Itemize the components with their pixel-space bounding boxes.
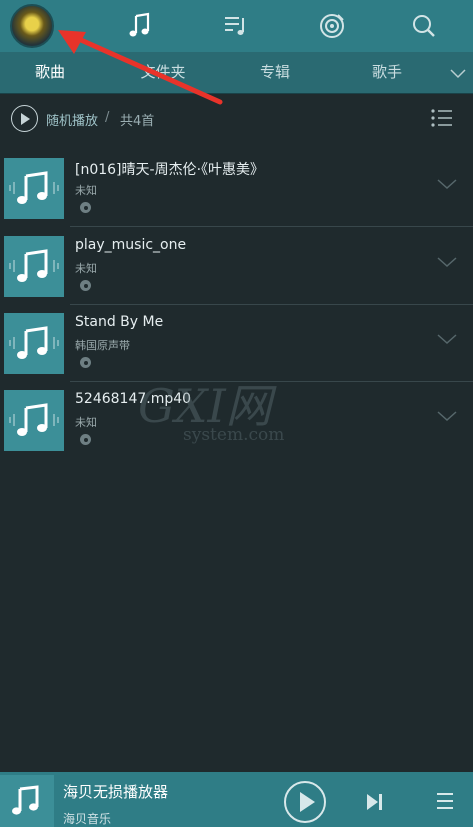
song-artist: 未知	[75, 184, 97, 197]
song-artist: 未知	[75, 416, 97, 429]
song-title: [n016]晴天-周杰伦·《叶惠美》	[75, 162, 265, 178]
music-note-icon	[9, 326, 59, 359]
watermark: GXI网 system.com	[138, 370, 318, 450]
avatar[interactable]	[10, 4, 54, 48]
song-thumbnail	[4, 313, 64, 374]
playlist-menu-icon[interactable]	[435, 790, 455, 812]
tab-artists[interactable]: 歌手	[342, 52, 432, 94]
music-note-icon	[12, 785, 39, 815]
list-item[interactable]: play_music_one 未知	[0, 229, 473, 305]
chevron-down-icon[interactable]	[436, 332, 458, 346]
song-artist: 韩国原声带	[75, 339, 130, 352]
player-subtitle: 海贝音乐	[63, 812, 112, 826]
song-artist: 未知	[75, 262, 97, 275]
song-thumbnail	[4, 390, 64, 451]
list-item[interactable]: [n016]晴天-周杰伦·《叶惠美》 未知	[0, 151, 473, 227]
tab-albums[interactable]: 专辑	[230, 52, 320, 94]
disc-icon	[80, 434, 91, 445]
divider	[70, 226, 473, 227]
song-title: Stand By Me	[75, 314, 164, 330]
list-manage-icon[interactable]	[430, 107, 454, 129]
shuffle-play-icon[interactable]	[11, 105, 38, 132]
music-note-icon	[9, 171, 59, 204]
divider	[70, 304, 473, 305]
play-button[interactable]	[284, 781, 326, 823]
chevron-down-icon[interactable]	[436, 177, 458, 191]
player-title: 海贝无损播放器	[63, 783, 169, 801]
annotation-arrow-icon	[58, 30, 223, 105]
chevron-down-icon[interactable]	[436, 255, 458, 269]
song-thumbnail	[4, 158, 64, 219]
song-thumbnail	[4, 236, 64, 297]
chevron-down-icon[interactable]	[449, 64, 467, 82]
song-title: play_music_one	[75, 237, 187, 253]
disc-icon	[80, 202, 91, 213]
search-icon[interactable]	[406, 8, 442, 44]
player-thumbnail	[0, 775, 54, 827]
chevron-down-icon[interactable]	[436, 409, 458, 423]
music-note-icon	[9, 403, 59, 436]
music-note-icon	[9, 249, 59, 282]
watermark-domain: system.com	[183, 425, 285, 445]
mini-player[interactable]: 海贝无损播放器 海贝音乐	[0, 772, 473, 827]
radio-icon[interactable]	[314, 8, 350, 44]
disc-icon	[80, 280, 91, 291]
disc-icon	[80, 357, 91, 368]
next-track-icon[interactable]	[364, 792, 384, 812]
